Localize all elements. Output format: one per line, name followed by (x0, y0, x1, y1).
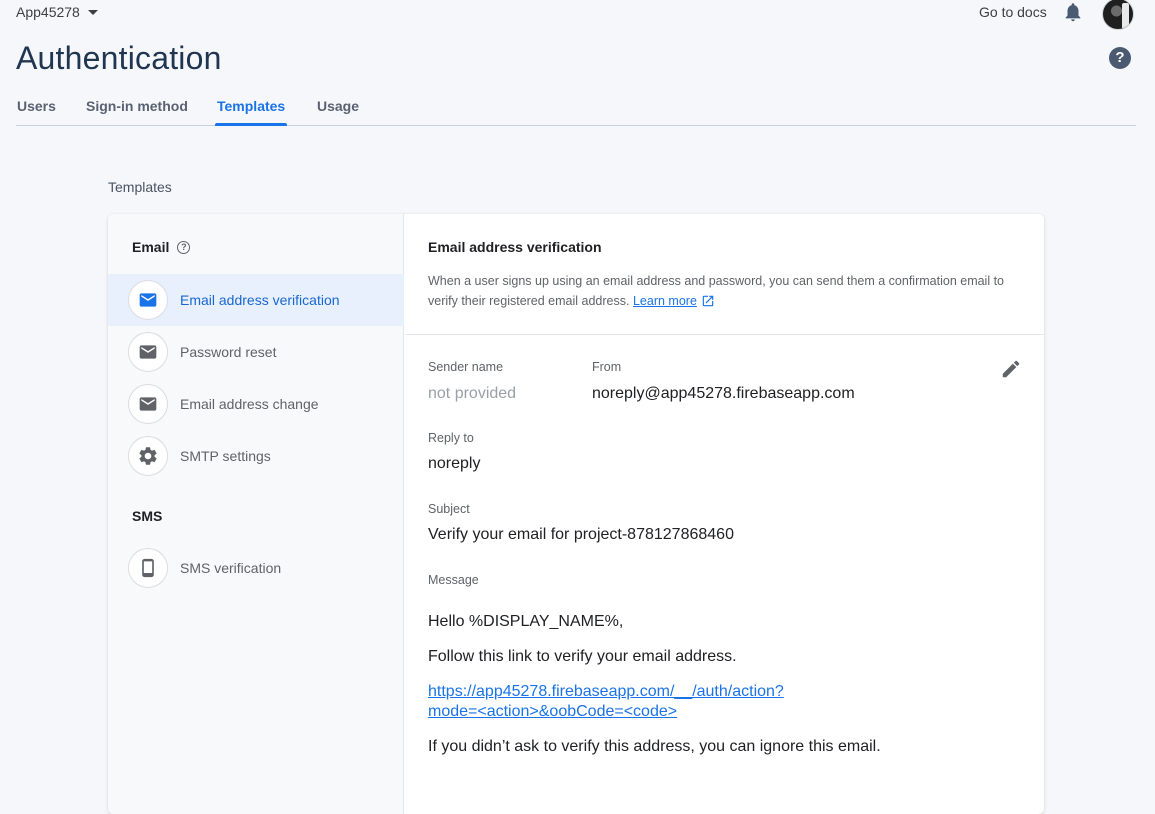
help-icon[interactable]: ? (1109, 47, 1131, 69)
sidebar-item-sms-verification[interactable]: SMS verification (108, 542, 404, 594)
edit-pencil-icon[interactable] (1000, 358, 1022, 380)
reply-to-value: noreply (428, 455, 481, 472)
sender-name-value: not provided (428, 385, 517, 402)
detail-header: Email address verification When a user s… (405, 214, 1044, 335)
page-title: Authentication (16, 40, 222, 76)
message-label: Message (428, 573, 479, 587)
avatar[interactable] (1102, 0, 1134, 30)
sidebar-item-label: Password reset (180, 344, 277, 360)
sidebar-item-label: SMTP settings (180, 448, 271, 464)
tab-templates[interactable]: Templates (217, 98, 285, 114)
phone-icon (128, 548, 168, 588)
subject-label: Subject (428, 502, 470, 516)
from-value: noreply@app45278.firebaseapp.com (592, 385, 855, 402)
template-list: Email ? Email address verification Passw… (108, 214, 404, 814)
from-label: From (592, 360, 622, 374)
templates-card: Email ? Email address verification Passw… (108, 214, 1044, 814)
reply-to-label: Reply to (428, 431, 474, 445)
learn-more-link[interactable]: Learn more (633, 294, 697, 308)
message-footer: If you didn’t ask to verify this address… (428, 738, 881, 755)
gear-icon (128, 436, 168, 476)
open-in-new-icon (702, 295, 714, 307)
sender-name-label: Sender name (428, 360, 504, 374)
top-bar: App45278 Go to docs (0, 0, 1155, 30)
email-group-heading: Email ? (132, 239, 191, 255)
sidebar-item-label: SMS verification (180, 560, 282, 576)
message-instruction: Follow this link to verify your email ad… (428, 648, 737, 665)
mail-icon (128, 280, 168, 320)
sidebar-item-label: Email address verification (180, 292, 340, 308)
sidebar-item-label: Email address change (180, 396, 319, 412)
template-detail: Email address verification When a user s… (405, 214, 1044, 814)
bell-icon[interactable] (1062, 1, 1084, 23)
mail-icon (128, 384, 168, 424)
sidebar-item-smtp-settings[interactable]: SMTP settings (108, 430, 404, 482)
sms-group-heading: SMS (132, 508, 163, 524)
sidebar-item-email-address-verification[interactable]: Email address verification (108, 274, 404, 326)
description-text: When a user signs up using an email addr… (428, 274, 1005, 308)
verification-link[interactable]: https://app45278.firebaseapp.com/__/auth… (428, 682, 828, 722)
tab-users[interactable]: Users (17, 98, 56, 114)
message-greeting: Hello %DISPLAY_NAME%, (428, 613, 624, 630)
tab-sign-in-method[interactable]: Sign-in method (86, 98, 188, 114)
tab-bar: Users Sign-in method Templates Usage (16, 96, 1136, 126)
section-label: Templates (108, 179, 172, 195)
caret-down-icon (87, 9, 98, 15)
mail-icon (128, 332, 168, 372)
sidebar-item-email-address-change[interactable]: Email address change (108, 378, 404, 430)
tab-usage[interactable]: Usage (317, 98, 359, 114)
detail-description: When a user signs up using an email addr… (428, 271, 1028, 311)
subject-value: Verify your email for project-8781278684… (428, 526, 734, 543)
email-heading-label: Email (132, 239, 170, 255)
detail-title: Email address verification (428, 239, 602, 255)
project-name: App45278 (16, 4, 80, 20)
help-circle-icon[interactable]: ? (177, 240, 191, 254)
project-selector[interactable]: App45278 (16, 4, 98, 20)
sidebar-item-password-reset[interactable]: Password reset (108, 326, 404, 378)
go-to-docs-link[interactable]: Go to docs (979, 4, 1047, 20)
active-tab-indicator (215, 123, 287, 126)
